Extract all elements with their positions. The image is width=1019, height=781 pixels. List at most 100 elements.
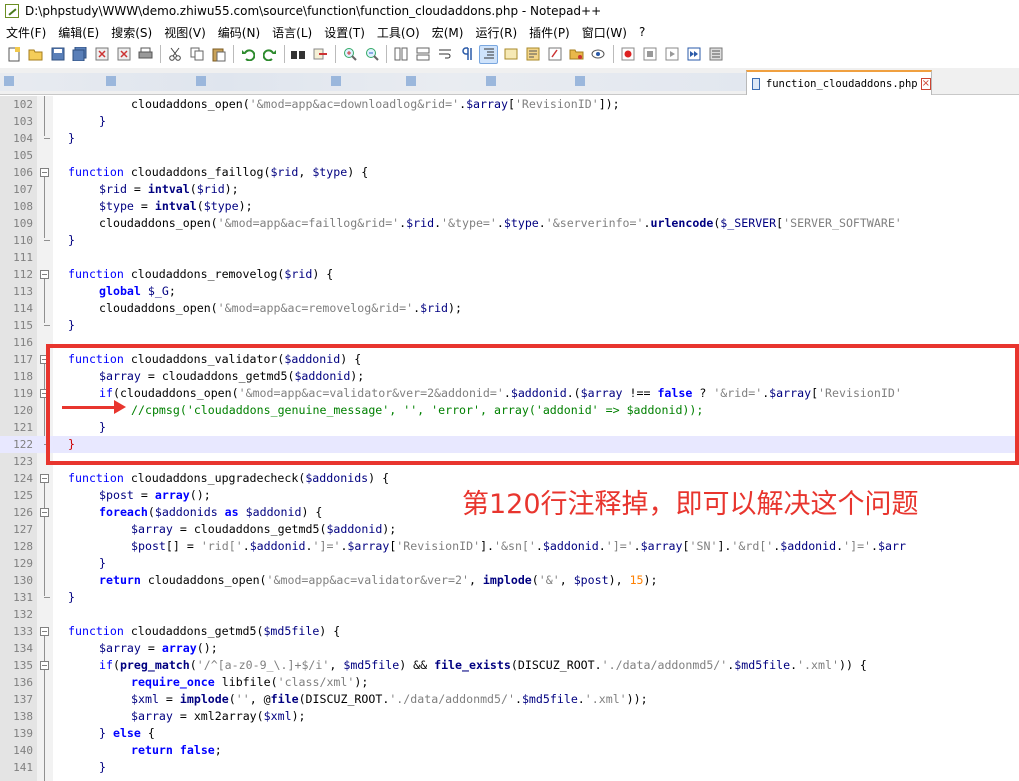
menu-macro[interactable]: 宏(M)	[426, 24, 470, 41]
menu-view[interactable]: 视图(V)	[158, 24, 212, 41]
fold-end-marker	[44, 597, 50, 598]
new-file-icon[interactable]	[4, 45, 23, 64]
window-title: D:\phpstudy\WWW\demo.zhiwu55.com\source\…	[25, 4, 602, 18]
redo-icon[interactable]	[260, 45, 279, 64]
blurred-tab-icon	[196, 76, 206, 86]
code-line: 133 function cloudaddons_getmd5($md5file…	[0, 623, 1019, 640]
fold-toggle-icon[interactable]	[40, 661, 49, 670]
menu-search[interactable]: 搜索(S)	[105, 24, 158, 41]
code-line: 106 function cloudaddons_faillog($rid, $…	[0, 164, 1019, 181]
line-number: 121	[13, 421, 33, 434]
line-number: 116	[13, 336, 33, 349]
code-text: $post[] = 'rid['.$addonid.']='.$array['R…	[131, 539, 906, 553]
toolbar-separator	[613, 45, 614, 63]
blurred-tab-icon	[406, 76, 416, 86]
save-all-icon[interactable]	[70, 45, 89, 64]
menu-language[interactable]: 语言(L)	[266, 24, 318, 41]
line-number: 122	[13, 438, 33, 451]
run-macro-multiple-icon[interactable]	[684, 45, 703, 64]
zoom-in-icon[interactable]	[340, 45, 359, 64]
code-text: }	[99, 114, 106, 128]
code-line: 134 $array = array();	[0, 640, 1019, 657]
line-number: 114	[13, 302, 33, 315]
print-icon[interactable]	[136, 45, 155, 64]
menu-file[interactable]: 文件(F)	[0, 24, 52, 41]
code-text: function cloudaddons_upgradecheck($addon…	[68, 471, 390, 485]
line-number: 123	[13, 455, 33, 468]
fold-end-marker	[44, 240, 50, 241]
code-text: }	[99, 760, 106, 774]
menu-settings[interactable]: 设置(T)	[318, 24, 371, 41]
close-all-icon[interactable]	[114, 45, 133, 64]
code-line: 105	[0, 147, 1019, 164]
show-all-chars-icon[interactable]	[457, 45, 476, 64]
menu-window[interactable]: 窗口(W)	[576, 24, 633, 41]
find-icon[interactable]	[289, 45, 308, 64]
code-editor[interactable]: 102 cloudaddons_open('&mod=app&ac=downlo…	[0, 96, 1019, 781]
user-lang-icon[interactable]	[501, 45, 520, 64]
line-number: 134	[13, 642, 33, 655]
code-line: 112 function cloudaddons_removelog($rid)…	[0, 266, 1019, 283]
line-number: 140	[13, 744, 33, 757]
blurred-tab-icon	[106, 76, 116, 86]
fold-toggle-icon[interactable]	[40, 270, 49, 279]
code-line: 127 $array = cloudaddons_getmd5($addonid…	[0, 521, 1019, 538]
save-macro-icon[interactable]	[706, 45, 725, 64]
fold-toggle-icon[interactable]	[40, 389, 49, 398]
close-icon[interactable]: ×	[920, 77, 931, 90]
indent-guide-icon[interactable]	[479, 44, 498, 64]
code-text: }	[99, 420, 106, 434]
tab-function-cloudaddons[interactable]: function_cloudaddons.php ×	[746, 70, 932, 95]
fold-end-marker	[44, 325, 50, 326]
fold-toggle-icon[interactable]	[40, 355, 49, 364]
code-text: function cloudaddons_removelog($rid) {	[68, 267, 334, 281]
code-text: return cloudaddons_open('&mod=app&ac=val…	[99, 573, 658, 587]
blurred-tab-icon	[331, 76, 341, 86]
toolbar-separator	[233, 45, 234, 63]
cut-icon[interactable]	[165, 45, 184, 64]
toolbar-separator	[335, 45, 336, 63]
sync-vertical-icon[interactable]	[391, 45, 410, 64]
code-line: 116	[0, 334, 1019, 351]
open-file-icon[interactable]	[26, 45, 45, 64]
fold-toggle-icon[interactable]	[40, 627, 49, 636]
stop-macro-icon[interactable]	[640, 45, 659, 64]
code-text: function cloudaddons_getmd5($md5file) {	[68, 624, 341, 638]
fold-toggle-icon[interactable]	[40, 474, 49, 483]
code-text: $array = array();	[99, 641, 218, 655]
menu-help[interactable]: ?	[633, 25, 651, 39]
undo-icon[interactable]	[238, 45, 257, 64]
tab-label: function_cloudaddons.php	[765, 77, 918, 90]
copy-icon[interactable]	[187, 45, 206, 64]
menu-edit[interactable]: 编辑(E)	[52, 24, 105, 41]
fold-end-marker	[44, 444, 50, 445]
menu-bar: 文件(F) 编辑(E) 搜索(S) 视图(V) 编码(N) 语言(L) 设置(T…	[0, 22, 1019, 42]
word-wrap-icon[interactable]	[435, 45, 454, 64]
fold-toggle-icon[interactable]	[40, 168, 49, 177]
replace-icon[interactable]	[311, 45, 330, 64]
fold-toggle-icon[interactable]	[40, 508, 49, 517]
code-line: 132	[0, 606, 1019, 623]
menu-plugins[interactable]: 插件(P)	[523, 24, 576, 41]
line-number: 137	[13, 693, 33, 706]
sync-horizontal-icon[interactable]	[413, 45, 432, 64]
play-macro-icon[interactable]	[662, 45, 681, 64]
record-macro-icon[interactable]	[618, 45, 637, 64]
current-code-line: 122 }	[0, 436, 1019, 453]
folder-workspace-icon[interactable]	[567, 45, 586, 64]
paste-icon[interactable]	[209, 45, 228, 64]
zoom-out-icon[interactable]	[362, 45, 381, 64]
code-text: global $_G;	[99, 284, 176, 298]
menu-tools[interactable]: 工具(O)	[371, 24, 426, 41]
close-icon[interactable]	[92, 45, 111, 64]
function-list-icon[interactable]	[545, 45, 564, 64]
code-line: 138 $array = xml2array($xml);	[0, 708, 1019, 725]
code-text: }	[68, 318, 75, 332]
code-text: $type = intval($type);	[99, 199, 253, 213]
line-number: 139	[13, 727, 33, 740]
monitoring-icon[interactable]	[589, 45, 608, 64]
save-icon[interactable]	[48, 45, 67, 64]
menu-encoding[interactable]: 编码(N)	[212, 24, 266, 41]
menu-run[interactable]: 运行(R)	[469, 24, 523, 41]
doc-map-icon[interactable]	[523, 45, 542, 64]
